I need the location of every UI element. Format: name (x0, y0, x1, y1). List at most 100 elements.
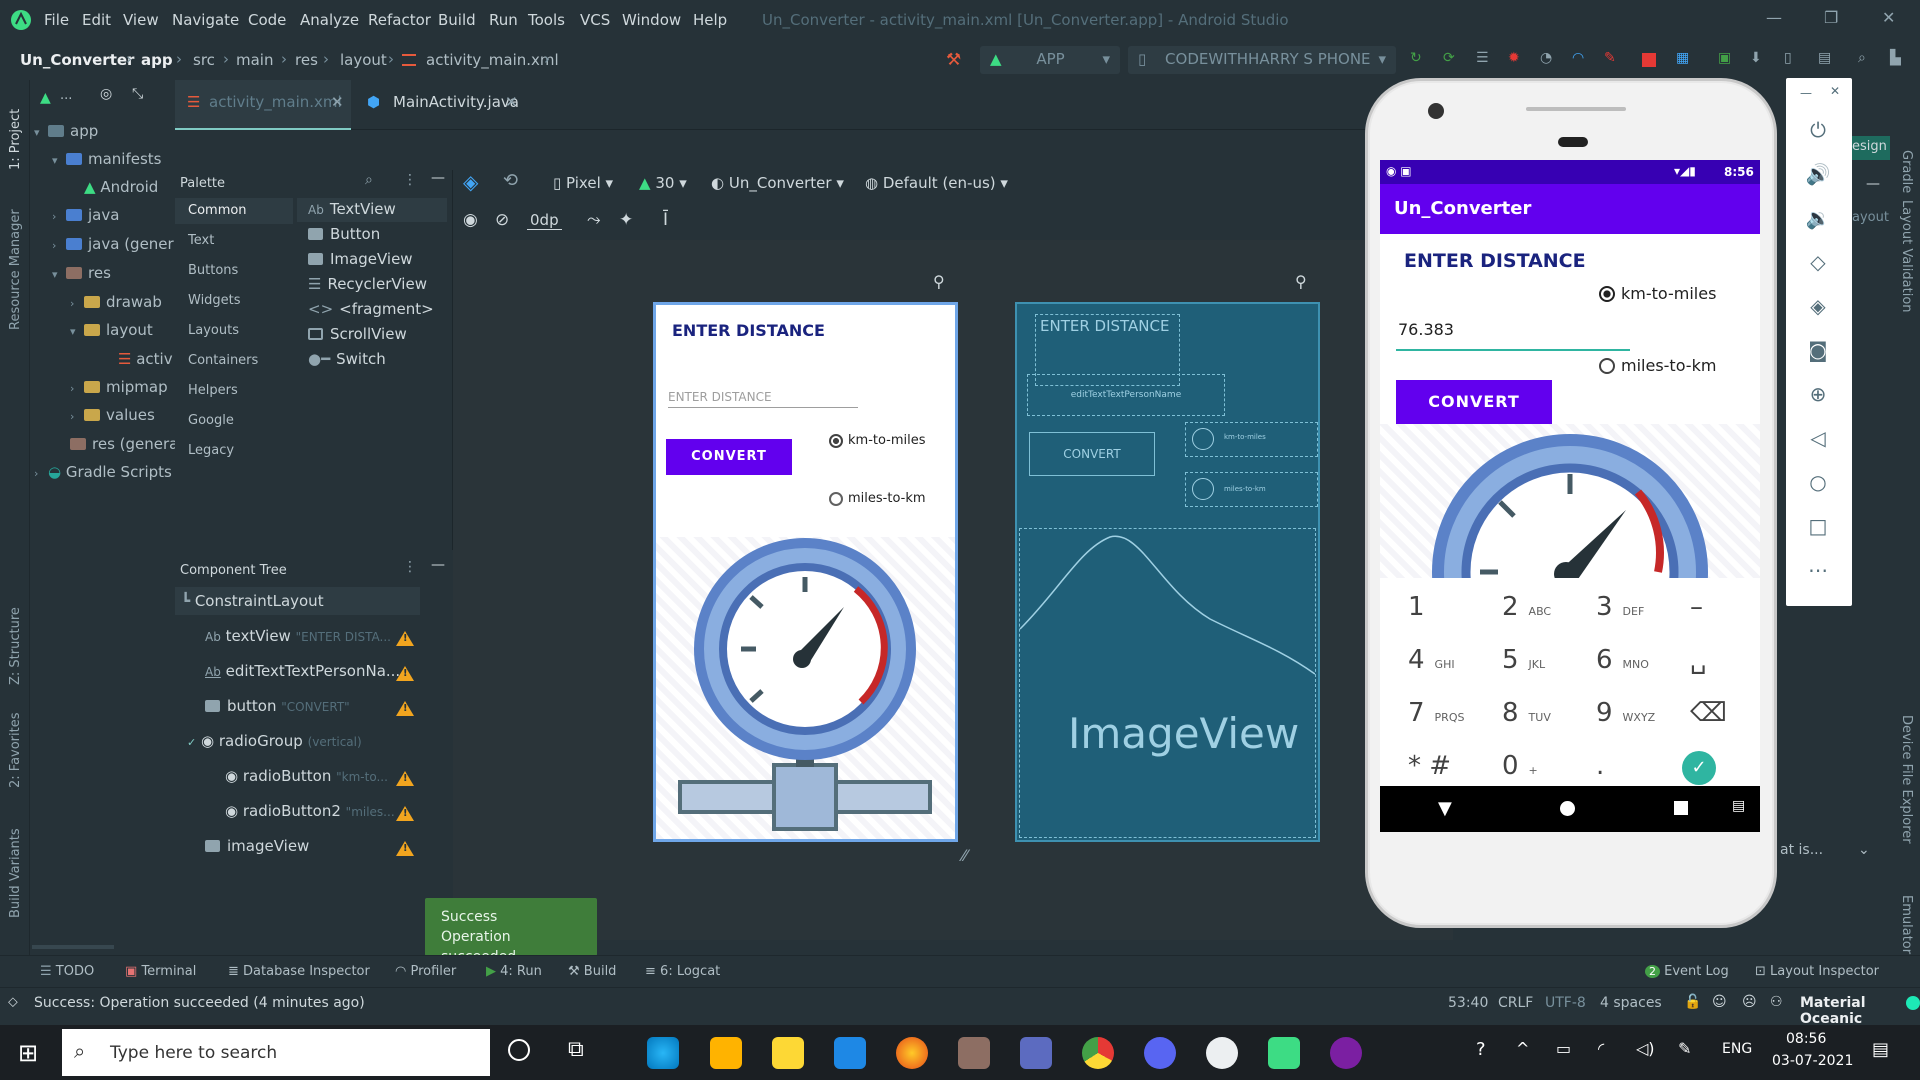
android-studio-icon[interactable] (1268, 1037, 1300, 1069)
emulator-convert-button[interactable]: CONVERT (1396, 380, 1552, 424)
attach-icon[interactable]: ◔ (1540, 50, 1560, 70)
collapse-icon[interactable]: ⤡ (132, 86, 143, 102)
tree-node-textview[interactable]: Ab textView "ENTER DISTA... (205, 627, 391, 645)
resize-handle-icon[interactable]: ⁄⁄ (962, 846, 967, 865)
layout-inspector-tab[interactable]: ⊡ Layout Inspector (1755, 964, 1879, 979)
tree-node-constraintlayout[interactable]: ┗ ConstraintLayout (181, 592, 324, 610)
back-icon[interactable]: ◁ (1805, 426, 1831, 452)
frown-icon[interactable]: ☹ (1742, 994, 1757, 1010)
sdk-icon[interactable]: ⬇ (1750, 50, 1770, 70)
file-explorer-icon[interactable] (772, 1037, 804, 1069)
cursor-position[interactable]: 53:40 (1448, 995, 1488, 1011)
tree-item-java[interactable]: › java (52, 206, 119, 224)
coverage-icon[interactable]: ☰ (1476, 50, 1496, 70)
menu-navigate[interactable]: Navigate (172, 11, 239, 29)
locale-dropdown[interactable]: ◍ Default (en-us) ▾ (865, 174, 1008, 192)
keypad-key[interactable]: * # (1408, 751, 1451, 781)
app-icon[interactable] (1206, 1037, 1238, 1069)
tree-item-drawable[interactable]: › drawab (70, 293, 162, 311)
search-icon[interactable]: ⌕ (365, 172, 373, 188)
palette-category-helpers[interactable]: Helpers (188, 383, 238, 398)
clear-constraints-icon[interactable]: ⤳ (587, 210, 601, 230)
taskbar-search-box[interactable]: ⌕ Type here to search (62, 1029, 490, 1076)
design-mode-button[interactable]: esign (1848, 136, 1890, 160)
zoom-icon[interactable]: ⊕ (1805, 382, 1831, 408)
close-icon[interactable]: ✕ (1830, 84, 1840, 98)
palette-item-imageview[interactable]: ImageView (308, 250, 413, 268)
pin-icon[interactable]: ⚲ (1295, 272, 1307, 291)
firefox-icon[interactable] (896, 1037, 928, 1069)
profiler-icon[interactable]: ◠ (1572, 50, 1592, 70)
keypad-key[interactable]: ✓ (1682, 751, 1716, 785)
chevron-up-icon[interactable]: ^ (1516, 1039, 1529, 1058)
tab-activity-main[interactable]: ☰ activity_main.xml ✕ (175, 80, 351, 130)
todo-tab[interactable]: ☰ TODO (40, 964, 94, 979)
more-options-icon[interactable]: ⋮ (403, 559, 417, 575)
task-view-icon[interactable]: ⧉ (568, 1037, 584, 1062)
emulator-screen[interactable]: ◉ ▣ ▾◢▮ 8:56 Un_Converter ENTER DISTANCE… (1380, 160, 1760, 832)
infer-constraints-icon[interactable]: ✦ (619, 210, 633, 230)
palette-category-buttons[interactable]: Buttons (188, 263, 238, 278)
emulator-distance-input[interactable]: 76.383 (1398, 320, 1454, 339)
menu-run[interactable]: Run (489, 11, 518, 29)
palette-item-switch[interactable]: ●━ Switch (308, 350, 386, 368)
favorites-tab[interactable]: 2: Favorites (8, 712, 23, 788)
gauge-image[interactable] (656, 537, 955, 839)
lock-icon[interactable]: 🔓 (1684, 994, 1701, 1010)
notifications-icon[interactable]: ▤ (1872, 1039, 1889, 1060)
run-tab[interactable]: ▶ 4: Run (486, 964, 542, 979)
project-tool-tab[interactable]: 1: Project (8, 109, 23, 170)
resource-manager-tab[interactable]: Resource Manager (8, 209, 23, 330)
indent-setting[interactable]: 4 spaces (1600, 995, 1662, 1011)
palette-category-text[interactable]: Text (188, 233, 214, 248)
breadcrumb-file[interactable]: activity_main.xml (426, 51, 559, 69)
tree-node-imageview[interactable]: imageView (205, 837, 309, 855)
profiler-tab[interactable]: ◠ Profiler (395, 964, 456, 979)
tree-node-edittext[interactable]: Ab editTextTextPersonNa... (205, 662, 400, 680)
run-config-selector[interactable]: ▲ APP ▾ (980, 46, 1120, 74)
database-inspector-tab[interactable]: ≣ Database Inspector (228, 964, 370, 979)
palette-category-layouts[interactable]: Layouts (188, 323, 239, 338)
discord-icon[interactable] (1144, 1037, 1176, 1069)
volume-up-icon[interactable]: 🔊 (1805, 162, 1831, 188)
sync-icon[interactable]: ▣ (1718, 50, 1738, 70)
ide-status-icon[interactable]: ⚇ (1770, 994, 1783, 1010)
emulator-gauge-image[interactable] (1380, 424, 1760, 578)
tree-item-res[interactable]: ▾ res (52, 264, 111, 282)
input-language[interactable]: ENG (1722, 1041, 1752, 1057)
edge-icon[interactable] (647, 1037, 679, 1069)
tree-item-res-generated[interactable]: res (genera (70, 435, 178, 453)
minimize-icon[interactable]: — (1800, 86, 1812, 100)
menu-file[interactable]: File (44, 11, 69, 29)
autoconnect-icon[interactable]: ⊘ (495, 210, 509, 230)
keypad-key[interactable]: 6 MNO (1596, 645, 1649, 675)
smiley-icon[interactable]: ☺ (1712, 994, 1727, 1010)
menu-window[interactable]: Window (622, 11, 681, 29)
tree-node-radiobutton2[interactable]: ◉ radioButton2 "miles... (225, 802, 395, 820)
blueprint-imageview[interactable]: ImageView (1019, 528, 1316, 838)
palette-item-fragment[interactable]: <> <fragment> (308, 300, 434, 318)
tree-node-button[interactable]: button "CONVERT" (205, 697, 350, 715)
emulator-tab[interactable]: Emulator (1899, 895, 1914, 954)
close-icon[interactable]: ✕ (1882, 8, 1895, 27)
tree-node-radiogroup[interactable]: ✓ ◉ radioGroup (vertical) (187, 732, 362, 750)
menu-vcs[interactable]: VCS (580, 11, 610, 29)
breadcrumb-app[interactable]: app (141, 51, 173, 69)
power-icon[interactable]: ⏻ (1805, 118, 1831, 144)
home-icon[interactable]: ○ (1805, 470, 1831, 496)
keypad-key[interactable]: 7 PRQS (1408, 698, 1464, 728)
tree-item-java-generated[interactable]: › java (gener (52, 235, 174, 253)
layout-grid-icon[interactable]: ▦ (1676, 50, 1696, 70)
palette-item-recyclerview[interactable]: ☰ RecyclerView (308, 275, 427, 293)
warning-icon[interactable] (396, 841, 414, 856)
chrome-icon[interactable] (1082, 1037, 1114, 1069)
target-icon[interactable]: ◎ (100, 86, 112, 102)
preview-radio-miles[interactable]: miles-to-km (829, 491, 926, 506)
palette-item-textview[interactable]: Ab TextView (308, 200, 396, 218)
keyboard-icon[interactable]: ▤ (1732, 798, 1745, 814)
menu-tools[interactable]: Tools (528, 11, 565, 29)
device-dropdown[interactable]: ▯ Pixel ▾ (553, 174, 613, 192)
breadcrumb-layout[interactable]: layout (340, 51, 387, 69)
palette-category-widgets[interactable]: Widgets (188, 293, 241, 308)
warning-icon[interactable] (396, 771, 414, 786)
